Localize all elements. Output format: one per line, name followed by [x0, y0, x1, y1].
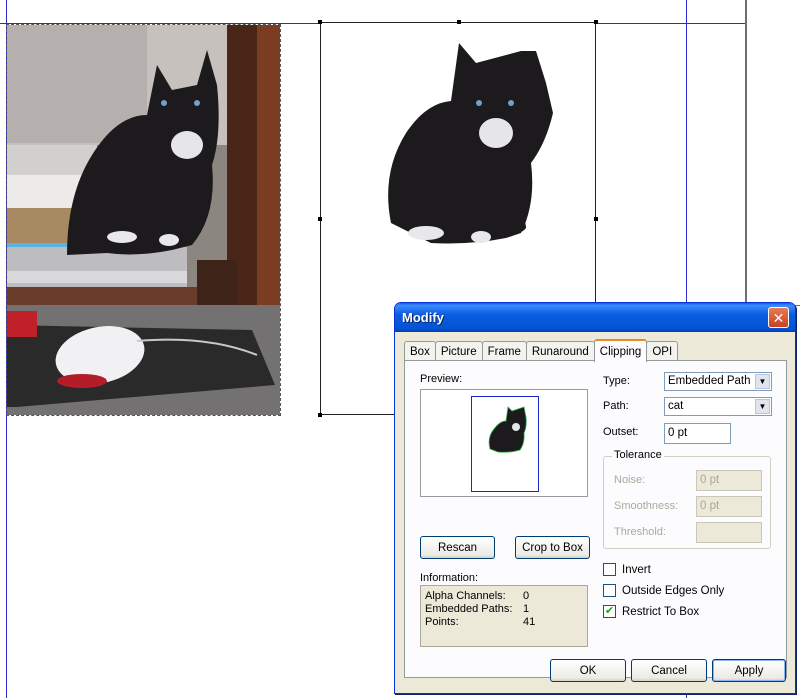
tab-strip: Box Picture Frame Runaround Clipping OPI — [404, 339, 679, 362]
ok-button[interactable]: OK — [550, 659, 626, 682]
cancel-button[interactable]: Cancel — [631, 659, 707, 682]
invert-checkbox[interactable]: Invert — [603, 563, 651, 576]
preview-label: Preview: — [420, 373, 463, 385]
preview-page — [471, 396, 539, 492]
tab-opi[interactable]: OPI — [646, 341, 679, 361]
smoothness-input[interactable]: 0 pt — [696, 496, 762, 517]
outside-edges-checkbox[interactable]: Outside Edges Only — [603, 584, 724, 597]
resize-handle-tl[interactable] — [318, 20, 322, 24]
invert-checkbox-box[interactable] — [603, 563, 616, 576]
info-alpha-row: Alpha Channels: 0 — [425, 590, 529, 602]
noise-input[interactable]: 0 pt — [696, 470, 762, 491]
threshold-input[interactable] — [696, 522, 762, 543]
apply-button[interactable]: Apply — [712, 659, 786, 682]
resize-handle-ml[interactable] — [318, 217, 322, 221]
info-paths-row: Embedded Paths: 1 — [425, 603, 529, 615]
preview-kitten-thumbnail — [488, 406, 527, 453]
resize-handle-tm[interactable] — [457, 20, 461, 24]
tab-clipping[interactable]: Clipping — [593, 339, 648, 362]
resize-handle-bl[interactable] — [318, 413, 322, 417]
info-paths-value: 1 — [523, 603, 530, 615]
crop-to-box-button[interactable]: Crop to Box — [515, 536, 590, 559]
info-points-row: Points: 41 — [425, 616, 535, 628]
page-edge — [745, 0, 747, 305]
restrict-to-box-checkbox-label: Restrict To Box — [622, 605, 700, 618]
info-alpha-key: Alpha Channels: — [425, 590, 506, 602]
invert-checkbox-label: Invert — [622, 563, 651, 576]
path-select-value: cat — [668, 400, 684, 412]
tolerance-group: Tolerance Noise: 0 pt Smoothness: 0 pt T… — [603, 449, 771, 549]
dialog-body: Box Picture Frame Runaround Clipping OPI… — [395, 332, 795, 693]
threshold-label: Threshold: — [614, 526, 666, 538]
close-icon[interactable]: ✕ — [768, 307, 789, 328]
tab-runaround[interactable]: Runaround — [525, 341, 595, 361]
info-paths-key: Embedded Paths: — [425, 603, 513, 615]
rescan-button[interactable]: Rescan — [420, 536, 495, 559]
outset-input[interactable]: 0 pt — [664, 423, 731, 444]
info-alpha-value: 0 — [523, 590, 530, 602]
chevron-down-icon[interactable]: ▼ — [755, 374, 770, 389]
kitten-photo-box[interactable] — [6, 24, 281, 416]
modify-dialog: Modify ✕ Box Picture Frame Runaround Cli… — [394, 302, 796, 694]
chevron-down-icon[interactable]: ▼ — [755, 399, 770, 414]
path-select[interactable]: cat ▼ — [664, 397, 772, 416]
noise-label: Noise: — [614, 474, 646, 486]
tab-box[interactable]: Box — [404, 341, 436, 361]
resize-handle-tr[interactable] — [594, 20, 598, 24]
outside-edges-checkbox-box[interactable] — [603, 584, 616, 597]
tab-picture[interactable]: Picture — [434, 341, 483, 361]
path-label: Path: — [603, 400, 629, 412]
clipping-preview — [420, 389, 588, 497]
resize-handle-mr[interactable] — [594, 217, 598, 221]
outset-label: Outset: — [603, 426, 639, 438]
clipping-panel: Preview: Rescan Crop to Box Information:… — [404, 360, 787, 678]
info-points-key: Points: — [425, 616, 459, 628]
kitten-photo-image — [7, 25, 280, 415]
dialog-title: Modify — [402, 310, 444, 325]
tab-frame[interactable]: Frame — [481, 341, 527, 361]
smoothness-label: Smoothness: — [614, 500, 679, 512]
type-label: Type: — [603, 375, 630, 387]
tolerance-title: Tolerance — [612, 449, 664, 461]
info-points-value: 41 — [523, 616, 536, 628]
dialog-titlebar[interactable]: Modify ✕ — [395, 303, 795, 332]
information-label: Information: — [420, 572, 479, 584]
restrict-to-box-checkbox[interactable]: ✔ Restrict To Box — [603, 605, 699, 618]
restrict-to-box-checkbox-box[interactable]: ✔ — [603, 605, 616, 618]
type-select[interactable]: Embedded Path ▼ — [664, 372, 772, 391]
information-box: Alpha Channels: 0 Embedded Paths: 1 Poin… — [420, 585, 588, 647]
outside-edges-checkbox-label: Outside Edges Only — [622, 584, 725, 597]
type-select-value: Embedded Path — [668, 375, 751, 387]
